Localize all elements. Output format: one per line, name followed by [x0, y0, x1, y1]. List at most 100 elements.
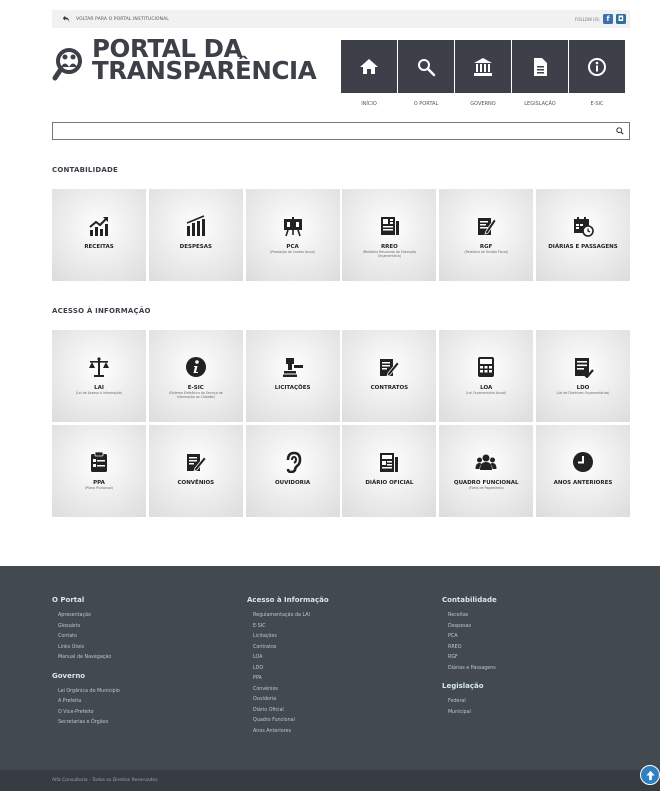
footer-heading-governo[interactable]: Governo [52, 672, 120, 680]
tile-subtitle: (Relatório Resumido da Execução Orçament… [362, 250, 417, 258]
nav-box[interactable] [398, 40, 454, 93]
footer-link[interactable]: Quadro Funcional [247, 716, 329, 727]
main-nav: INÍCIO O PORTAL GOVERNO LEGISLAÇÃO E-SIC [341, 40, 625, 107]
facebook-icon[interactable]: f [603, 14, 613, 24]
footer-link[interactable]: Contratos [247, 643, 329, 654]
follow-us: FOLLOW US: f ◘ [575, 14, 626, 24]
contabilidade-grid: RECEITAS DESPESAS PCA (Prestação de Cont… [52, 189, 630, 281]
nav-e-sic[interactable]: E-SIC [569, 40, 625, 107]
footer-link[interactable]: Secretarias e Órgãos [52, 718, 120, 729]
footer-link[interactable]: Apresentação [52, 611, 120, 622]
footer-link[interactable]: Diário Oficial [247, 706, 329, 717]
tile-subtitle: (Plano Plurianual) [84, 486, 114, 491]
tile-licitacoes[interactable]: LICITAÇÕES [245, 330, 340, 422]
footer-link[interactable]: Manual de Navegação [52, 653, 120, 664]
nav-box[interactable] [569, 40, 625, 93]
footer-heading-acesso[interactable]: Acesso à Informação [247, 596, 329, 604]
info-icon [588, 57, 606, 76]
tile-ppa[interactable]: PPA (Plano Plurianual) [52, 425, 146, 517]
back-to-portal-link[interactable]: VOLTAR PARA O PORTAL INSTITUCIONAL [62, 15, 169, 23]
footer-link[interactable]: Anos Anteriores [247, 727, 329, 738]
footer-link[interactable]: Contato [52, 632, 120, 643]
tile-ldo[interactable]: LDO (Lei de Diretrizes Orçamentárias) [535, 330, 630, 422]
footer-link[interactable]: Diárias e Passagens [442, 664, 497, 675]
footer-heading-o-portal[interactable]: O Portal [52, 596, 120, 604]
tile-rgf[interactable]: RGF (Relatório de Gestão Fiscal) [439, 189, 534, 281]
portal-logo[interactable]: PORTAL DA TRANSPARÊNCIA [52, 36, 317, 94]
nav-o-portal[interactable]: O PORTAL [398, 40, 454, 107]
instagram-icon[interactable]: ◘ [616, 14, 626, 24]
footer-link[interactable]: Despesas [442, 622, 497, 633]
footer-bottom-bar: Alfa Consultoria - Todos os Direitos Res… [0, 770, 660, 791]
tile-quadro-funcional[interactable]: QUADRO FUNCIONAL (Folha de Pagamento) [439, 425, 534, 517]
footer-link[interactable]: Licitações [247, 632, 329, 643]
newspaper-icon [380, 453, 399, 472]
tile-rreo[interactable]: RREO (Relatório Resumido da Execução Orç… [342, 189, 437, 281]
back-arrow-icon [62, 15, 70, 23]
tile-pca[interactable]: PCA (Prestação de Contas Anual) [245, 189, 340, 281]
footer-link[interactable]: LOA [247, 653, 329, 664]
magnifier-people-icon [52, 48, 82, 81]
nav-box[interactable] [512, 40, 568, 93]
tile-e-sic[interactable]: E-SIC (Sistema Eletrônico do Serviço de … [148, 330, 243, 422]
clock-icon [572, 452, 593, 472]
tile-loa[interactable]: LOA (Lei Orçamentária Anual) [439, 330, 534, 422]
footer-link[interactable]: Regulamentação da LAI [247, 611, 329, 622]
tile-contratos[interactable]: CONTRATOS [342, 330, 437, 422]
tile-label: RECEITAS [84, 244, 114, 250]
footer-link[interactable]: Federal [442, 697, 497, 708]
footer-column-2: Acesso à Informação Regulamentação da LA… [247, 596, 329, 737]
section-title-acesso: ACESSO À INFORMAÇÃO [52, 307, 151, 315]
footer-link[interactable]: Municipal [442, 708, 497, 719]
clipboard-icon [91, 451, 107, 472]
tile-diarias-passagens[interactable]: DIÁRIAS E PASSAGENS [535, 189, 630, 281]
back-to-top-button[interactable] [640, 765, 660, 785]
search-icon[interactable] [616, 127, 624, 135]
footer-heading-contabilidade[interactable]: Contabilidade [442, 596, 497, 604]
tile-subtitle: (Lei de Diretrizes Orçamentárias) [556, 391, 610, 396]
logo-text: PORTAL DA TRANSPARÊNCIA [92, 36, 317, 83]
tile-lai[interactable]: LAI (Lei de Acesso à Informação) [52, 330, 146, 422]
footer-link[interactable]: RGF [442, 653, 497, 664]
nav-label: E-SIC [590, 101, 604, 107]
tile-ouvidoria[interactable]: OUVIDORIA [245, 425, 340, 517]
nav-box[interactable] [455, 40, 511, 93]
government-building-icon [474, 57, 492, 76]
footer-link[interactable]: RREO [442, 643, 497, 654]
tile-label: CONTRATOS [370, 385, 409, 391]
footer-link[interactable]: Lei Orgânica do Município [52, 687, 120, 698]
footer-link[interactable]: LDO [247, 664, 329, 675]
report-icon [381, 217, 400, 235]
top-bar: VOLTAR PARA O PORTAL INSTITUCIONAL FOLLO… [52, 10, 630, 28]
tile-label: CONVÊNIOS [177, 480, 215, 486]
tile-convenios[interactable]: CONVÊNIOS [148, 425, 243, 517]
footer-link[interactable]: Glossário [52, 622, 120, 633]
footer-link[interactable]: Convênios [247, 685, 329, 696]
nav-governo[interactable]: GOVERNO [455, 40, 511, 107]
footer-link[interactable]: Receitas [442, 611, 497, 622]
nav-label: INÍCIO [361, 101, 377, 107]
search-input[interactable] [57, 124, 597, 138]
tile-despesas[interactable]: DESPESAS [148, 189, 243, 281]
nav-inicio[interactable]: INÍCIO [341, 40, 397, 107]
nav-legislacao[interactable]: LEGISLAÇÃO [512, 40, 568, 107]
footer-link[interactable]: PCA [442, 632, 497, 643]
copyright: Alfa Consultoria - Todos os Direitos Res… [52, 778, 158, 783]
footer-link[interactable]: Links Úteis [52, 643, 120, 654]
tile-label: LICITAÇÕES [274, 385, 311, 391]
footer-link[interactable]: E-SIC [247, 622, 329, 633]
footer-link[interactable]: O Vice-Prefeito [52, 708, 120, 719]
nav-box[interactable] [341, 40, 397, 93]
tile-anos-anteriores[interactable]: ANOS ANTERIORES [535, 425, 630, 517]
nav-label: LEGISLAÇÃO [524, 101, 556, 107]
tile-diario-oficial[interactable]: DIÁRIO OFICIAL [342, 425, 437, 517]
footer-link[interactable]: Ouvidoria [247, 695, 329, 706]
footer-link[interactable]: PPA [247, 674, 329, 685]
footer-link[interactable]: A Prefeita [52, 697, 120, 708]
tile-receitas[interactable]: RECEITAS [52, 189, 146, 281]
document-icon [534, 57, 547, 76]
footer-heading-legislacao[interactable]: Legislação [442, 682, 497, 690]
nav-label: O PORTAL [413, 101, 439, 107]
tile-label: DIÁRIAS E PASSAGENS [548, 244, 618, 250]
presentation-board-icon [283, 217, 302, 237]
